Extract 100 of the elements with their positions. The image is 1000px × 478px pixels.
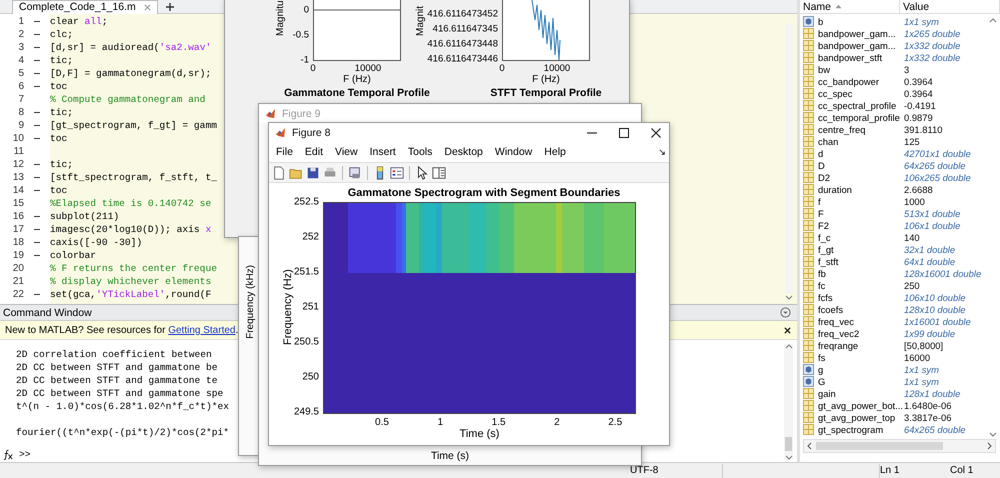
pointer-icon[interactable] (415, 166, 429, 180)
variable-name[interactable]: D (818, 160, 825, 170)
tick-label: -1 (300, 54, 309, 66)
scroll-up-icon[interactable] (784, 344, 792, 349)
variable-name[interactable]: gt_avg_power_top (818, 412, 896, 422)
close-icon[interactable] (651, 128, 661, 138)
function-icon[interactable] (3, 449, 14, 460)
matrix-icon (803, 340, 814, 350)
variable-name[interactable]: g (818, 364, 824, 374)
output-line: 2D CC between STFT and gammatone be (16, 362, 218, 373)
variable-name[interactable]: freqrange (818, 340, 858, 350)
variable-name[interactable]: D2 (818, 172, 830, 182)
axis-label: Magnit (415, 4, 426, 36)
variable-name[interactable]: centre_freq (818, 124, 866, 134)
scroll-up-icon[interactable] (989, 18, 997, 23)
variable-name[interactable]: F (818, 208, 824, 218)
variable-name[interactable]: gt_avg_power_bot... (818, 400, 903, 410)
variable-name[interactable]: fb (818, 268, 826, 278)
variable-name[interactable]: gt_spectrogram (818, 424, 884, 434)
variable-name[interactable]: fcfs (818, 292, 833, 302)
tick-label: 1 (438, 417, 444, 428)
matrix-icon (803, 232, 814, 242)
axis-label: Time (s) (430, 450, 470, 464)
panel-menu-icon[interactable] (780, 307, 791, 318)
tick-label: 10000 (354, 63, 382, 74)
variable-name[interactable]: cc_spec (818, 88, 852, 98)
variable-value: 1x16001 double (904, 316, 972, 326)
save-icon[interactable] (306, 166, 320, 180)
menu-item[interactable]: View (335, 146, 358, 158)
variable-name[interactable]: cc_temporal_profile (818, 112, 900, 122)
variable-name[interactable]: fcoefs (818, 304, 844, 314)
new-file-icon[interactable] (272, 166, 286, 180)
menu-item[interactable]: Desktop (444, 146, 483, 158)
scroll-down-icon[interactable] (989, 432, 997, 437)
getting-started-link[interactable]: Getting Started (168, 324, 236, 336)
command-prompt[interactable]: >> (19, 449, 31, 460)
dock-arrow-icon[interactable] (659, 148, 666, 156)
variable-name[interactable]: freq_vec2 (818, 328, 860, 338)
code-line: % Compute gammatonegram and (50, 94, 206, 105)
menu-item[interactable]: File (276, 146, 293, 158)
variable-name[interactable]: bandpower_gam... (818, 40, 896, 50)
variable-value: 1x1 sym (904, 16, 940, 26)
variable-name[interactable]: bandpower_stft (818, 52, 882, 62)
variable-name[interactable]: fc (818, 280, 826, 290)
matrix-icon (803, 160, 814, 170)
variable-name[interactable]: bandpower_gam... (818, 28, 896, 38)
variable-name[interactable]: bw (818, 64, 830, 74)
menu-item[interactable]: Edit (304, 146, 324, 158)
variable-value: 32x1 double (904, 244, 956, 254)
line-number: 11 (12, 146, 24, 157)
variable-name[interactable]: cc_bandpower (818, 76, 879, 86)
maximize-icon[interactable] (619, 128, 629, 138)
axis-label: Time (s) (460, 428, 500, 440)
tick-label: 10000 (544, 63, 570, 74)
variable-name[interactable]: duration (818, 184, 852, 194)
variable-name[interactable]: F2 (818, 220, 829, 230)
code-line: toc (50, 185, 68, 196)
axis-label: Frequency (Hz) (282, 268, 294, 347)
scroll-down-icon[interactable] (785, 295, 793, 300)
window-icon[interactable] (348, 166, 362, 180)
legend-icon[interactable] (390, 166, 404, 180)
tick-label: 0.5 (375, 417, 389, 428)
scroll-right-icon[interactable] (987, 442, 992, 450)
scroll-down-icon[interactable] (784, 455, 792, 460)
tick-label: 0 (499, 63, 505, 74)
variable-name[interactable]: f_stft (818, 256, 838, 266)
column-header[interactable]: Value (900, 0, 1000, 13)
horizontal-scrollbar[interactable] (803, 439, 996, 453)
variable-name[interactable]: gain (818, 388, 836, 398)
code-line: imagesc(20*log10(D)); axis x (50, 224, 212, 235)
variable-name[interactable]: d (818, 148, 824, 158)
panel-icon[interactable] (432, 166, 446, 180)
matrix-icon (803, 388, 814, 398)
variable-name[interactable]: b (818, 16, 824, 26)
variable-name[interactable]: cc_spectral_profile (818, 100, 896, 110)
variable-name[interactable]: G (818, 376, 826, 386)
close-icon[interactable] (784, 326, 791, 334)
variable-name[interactable]: chan (818, 136, 838, 146)
menu-item[interactable]: Tools (408, 146, 432, 158)
line-number: 22 (12, 289, 24, 300)
menu-item[interactable]: Window (494, 146, 532, 158)
line-number: 8 (17, 107, 24, 118)
variable-name[interactable]: f (818, 196, 821, 206)
scroll-left-icon[interactable] (807, 442, 812, 450)
variable-name[interactable]: freq_vec (818, 316, 854, 326)
tick-label: 252.5 (294, 196, 319, 208)
cube-icon (803, 16, 814, 26)
code-line: set(gca,'YTickLabel',round(F (50, 289, 212, 300)
tick-label: 0 (304, 4, 309, 16)
sort-up-icon (835, 4, 842, 9)
menu-item[interactable]: Help (544, 146, 566, 158)
scroll-thumb[interactable] (785, 437, 792, 451)
variable-name[interactable]: fs (818, 352, 826, 362)
menu-item[interactable]: Insert (370, 146, 396, 158)
variable-name[interactable]: f_c (818, 232, 831, 242)
variable-value: 0.3964 (904, 76, 934, 86)
variable-name[interactable]: f_gt (818, 244, 834, 254)
matrix-icon (803, 268, 814, 278)
column-header[interactable]: Name (800, 0, 900, 13)
editor-tab[interactable]: Complete_Code_1_16.m (12, 0, 158, 14)
